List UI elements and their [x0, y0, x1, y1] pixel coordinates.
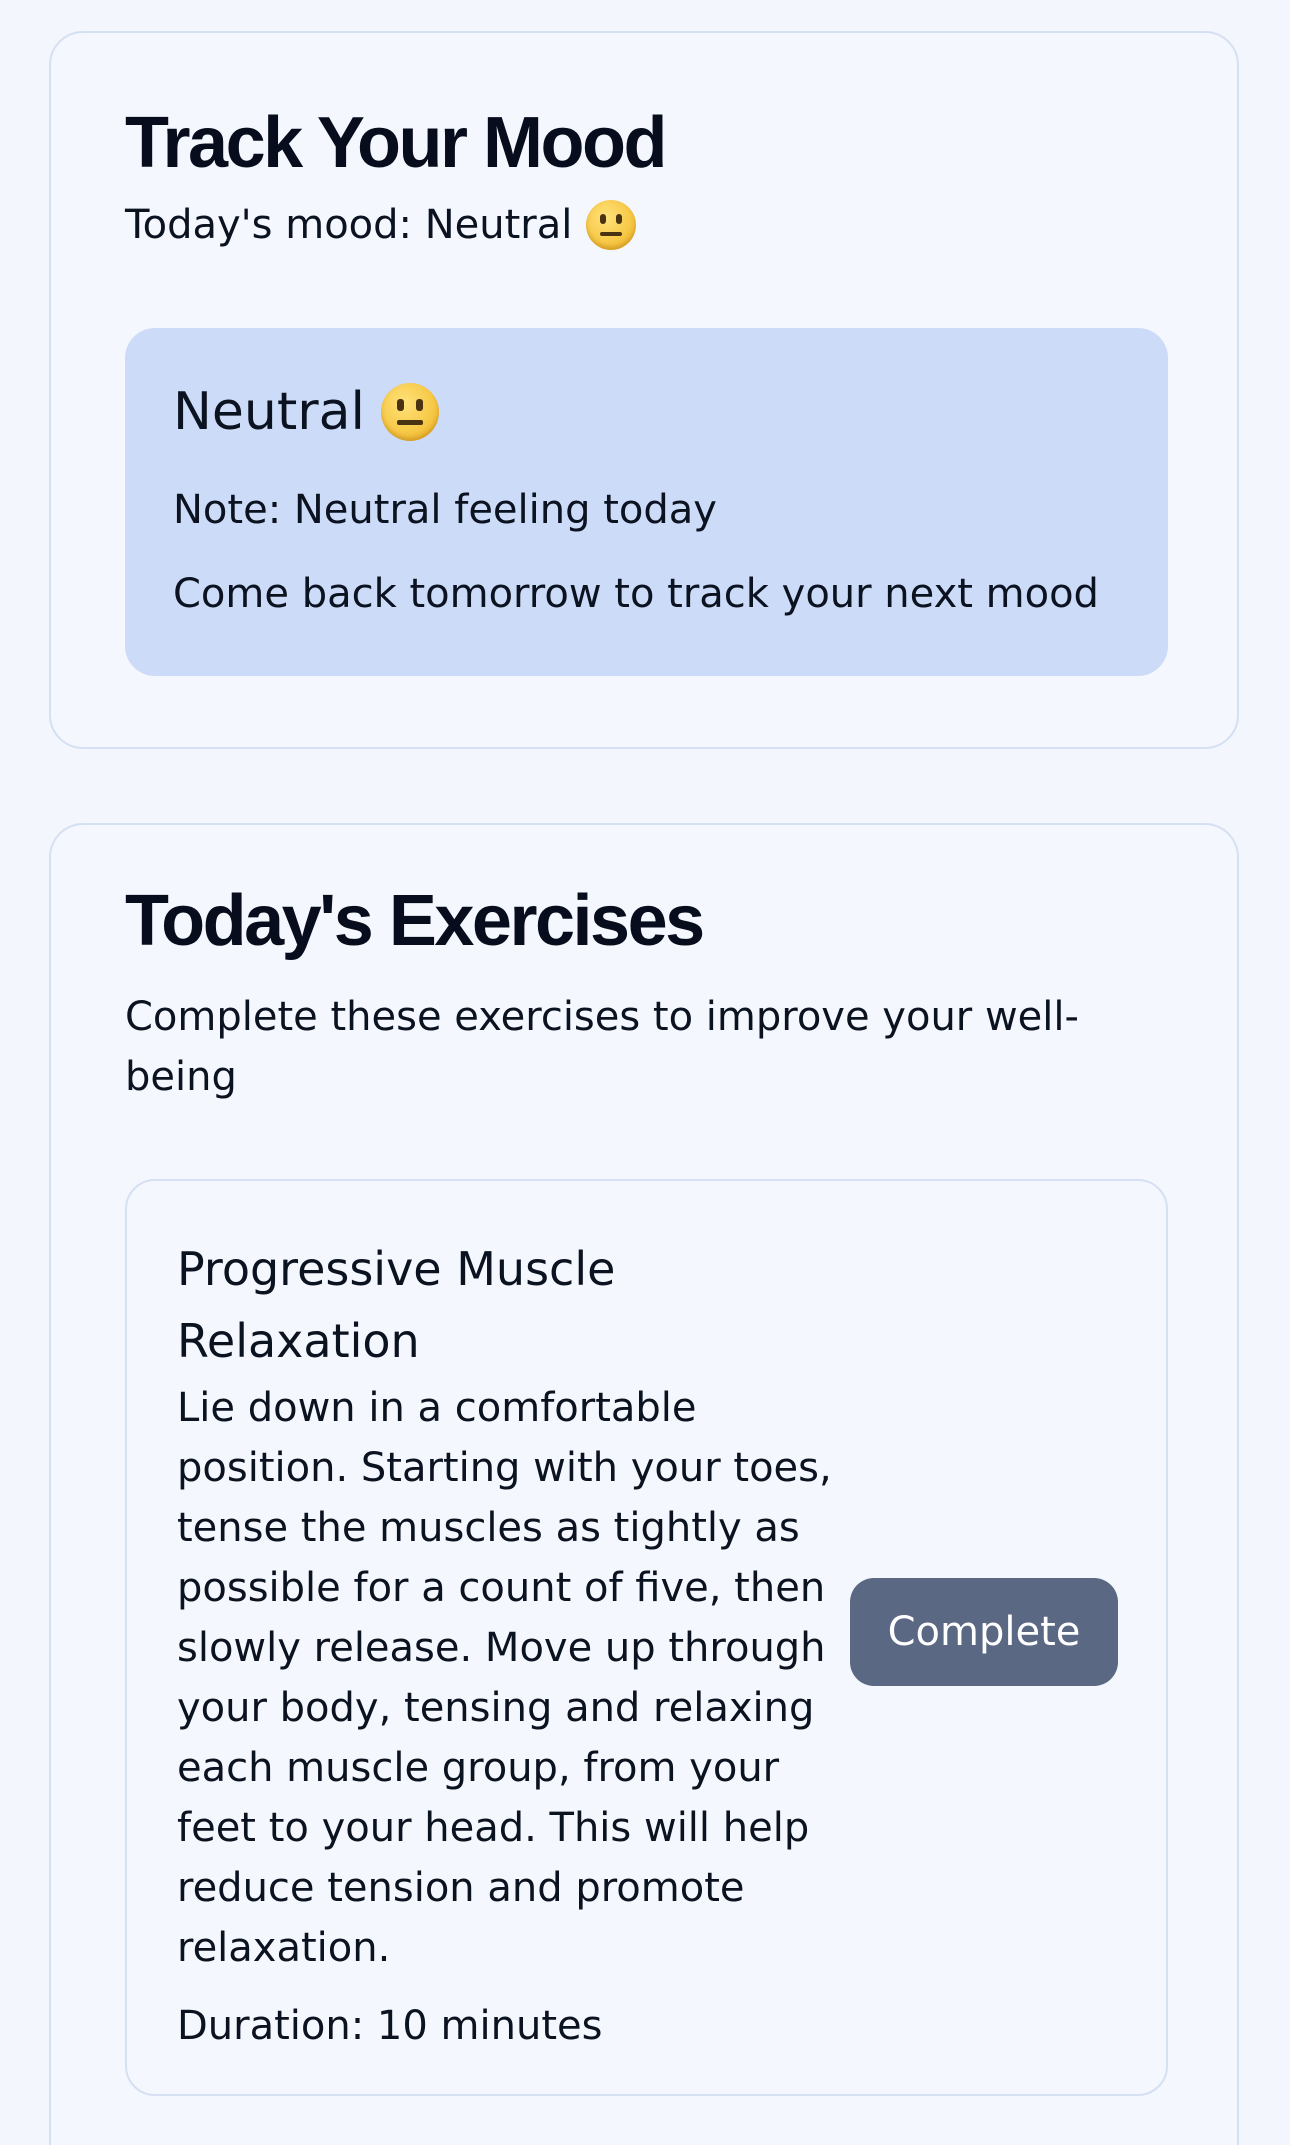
exercises-card-subtitle: Complete these exercises to improve your… — [125, 994, 1079, 1100]
mood-entry-panel: Neutral Note: Neutral feeling today Come… — [125, 328, 1168, 676]
neutral-face-icon — [586, 200, 637, 250]
mood-entry-name: Neutral — [173, 382, 365, 442]
neutral-face-icon — [380, 383, 439, 441]
mood-entry-title: Neutral — [173, 383, 439, 441]
todays-mood-value: Neutral — [424, 202, 573, 248]
mood-entry-hint: Come back tomorrow to track your next mo… — [173, 571, 1099, 617]
exercise-duration: Duration: 10 minutes — [177, 2003, 603, 2049]
mood-tracker-card: Track Your Mood Today's mood: Neutral Ne… — [49, 31, 1239, 749]
exercises-card: Today's Exercises Complete these exercis… — [49, 823, 1239, 2145]
exercise-item: Progressive Muscle Relaxation Lie down i… — [125, 1179, 1168, 2096]
exercise-description: Lie down in a comfortable position. Star… — [177, 1385, 832, 1971]
mood-card-title: Track Your Mood — [125, 103, 667, 183]
exercise-title: Progressive Muscle Relaxation — [177, 1242, 616, 1368]
todays-mood-text: Today's mood: Neutral — [125, 195, 572, 255]
mood-entry-note: Note: Neutral feeling today — [173, 487, 717, 533]
page: Track Your Mood Today's mood: Neutral Ne… — [0, 0, 1290, 2145]
todays-mood-prefix: Today's mood: — [125, 202, 425, 248]
exercises-card-title: Today's Exercises — [125, 881, 705, 961]
complete-exercise-button[interactable]: Complete — [850, 1578, 1118, 1686]
todays-mood-summary: Today's mood: Neutral — [125, 195, 637, 255]
